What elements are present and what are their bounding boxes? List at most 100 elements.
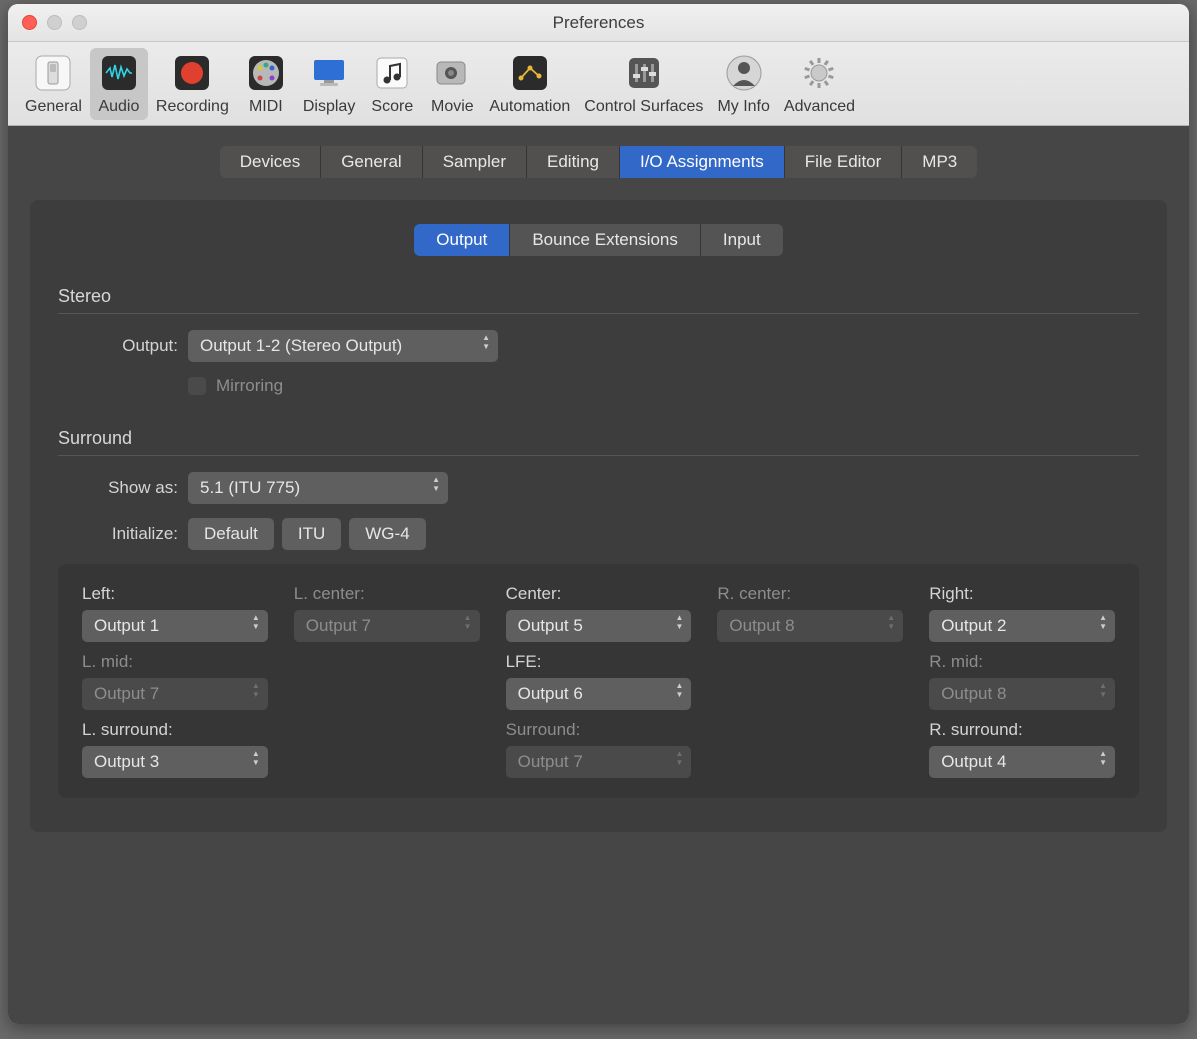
toolbar-label: Score (371, 98, 413, 116)
init-wg-4-button[interactable]: WG-4 (349, 518, 425, 550)
showas-value: 5.1 (ITU 775) (200, 478, 300, 498)
channel-l-mid-popup: Output 7▲▼ (82, 678, 268, 710)
channel-l-center-popup: Output 7▲▼ (294, 610, 480, 642)
my-info-icon (721, 50, 767, 96)
channel-lfe: LFE: Output 6▲▼ (506, 652, 692, 710)
score-icon (369, 50, 415, 96)
toolbar-midi[interactable]: MIDI (237, 48, 295, 120)
channel-l-surround-popup[interactable]: Output 3 ▲▼ (82, 746, 268, 778)
channel-value: Output 1 (94, 616, 159, 636)
toolbar-label: Advanced (784, 98, 855, 116)
channel-value: Output 2 (941, 616, 1006, 636)
channel-label: LFE: (506, 652, 692, 672)
channel-right: Right: Output 2 ▲▼ (929, 584, 1115, 642)
tab-general[interactable]: General (321, 146, 422, 178)
midi-icon (243, 50, 289, 96)
channel-right-popup[interactable]: Output 2 ▲▼ (929, 610, 1115, 642)
chevron-updown-icon: ▲▼ (252, 682, 260, 698)
channel-value: Output 3 (94, 752, 159, 772)
channel-value: Output 8 (941, 684, 1006, 704)
subtab-bounce-extensions[interactable]: Bounce Extensions (510, 224, 701, 256)
toolbar-general[interactable]: General (19, 48, 88, 120)
toolbar-movie[interactable]: Movie (423, 48, 481, 120)
init-default-button[interactable]: Default (188, 518, 274, 550)
toolbar-score[interactable]: Score (363, 48, 421, 120)
channel-label: R. center: (717, 584, 903, 604)
toolbar-label: Recording (156, 98, 229, 116)
audio-subtabs: DevicesGeneralSamplerEditingI/O Assignme… (220, 146, 978, 178)
channel-value: Output 8 (729, 616, 794, 636)
channel-value: Output 6 (518, 684, 583, 704)
channel-label: L. surround: (82, 720, 268, 740)
preferences-window: Preferences GeneralAudioRecordingMIDIDis… (8, 4, 1189, 1024)
io-subtabs: OutputBounce ExtensionsInput (414, 224, 782, 256)
toolbar-label: Automation (489, 98, 570, 116)
stereo-heading: Stereo (58, 286, 1139, 314)
toolbar-advanced[interactable]: Advanced (778, 48, 861, 120)
io-panel: OutputBounce ExtensionsInput Stereo Outp… (30, 200, 1167, 832)
channel-value: Output 5 (518, 616, 583, 636)
channel-lfe-popup[interactable]: Output 6▲▼ (506, 678, 692, 710)
channel-r-mid-popup: Output 8 ▲▼ (929, 678, 1115, 710)
checkbox-icon (188, 377, 206, 395)
chevron-updown-icon: ▲▼ (252, 750, 260, 766)
toolbar-display[interactable]: Display (297, 48, 361, 120)
channel-r-surround: R. surround:Output 4▲▼ (929, 720, 1115, 778)
subtab-input[interactable]: Input (701, 224, 783, 256)
surround-heading: Surround (58, 428, 1139, 456)
tab-editing[interactable]: Editing (527, 146, 620, 178)
toolbar-automation[interactable]: Automation (483, 48, 576, 120)
toolbar-label: My Info (717, 98, 769, 116)
main-area: DevicesGeneralSamplerEditingI/O Assignme… (8, 126, 1189, 1024)
channel-label: L. mid: (82, 652, 268, 672)
channel-center-popup[interactable]: Output 5▲▼ (506, 610, 692, 642)
toolbar-label: Display (303, 98, 355, 116)
channel-r-mid: R. mid:Output 8▲▼ (929, 652, 1115, 710)
toolbar-label: MIDI (249, 98, 283, 116)
channel-surround: Surround: Output 7▲▼ (506, 720, 692, 778)
chevron-updown-icon: ▲▼ (1099, 614, 1107, 630)
chevron-updown-icon: ▲▼ (1099, 682, 1107, 698)
mirroring-checkbox: Mirroring (188, 376, 283, 396)
toolbar-label: Movie (431, 98, 474, 116)
channel-r-center: R. center:Output 8▲▼ (717, 584, 903, 642)
chevron-updown-icon: ▲▼ (252, 614, 260, 630)
channel-label: Center: (506, 584, 692, 604)
stereo-output-value: Output 1-2 (Stereo Output) (200, 336, 402, 356)
init-itu-button[interactable]: ITU (282, 518, 341, 550)
channel-l-surround: L. surround: Output 3 ▲▼ (82, 720, 268, 778)
tab-file-editor[interactable]: File Editor (785, 146, 903, 178)
channel-label: Right: (929, 584, 1115, 604)
tab-devices[interactable]: Devices (220, 146, 321, 178)
toolbar-control-surfaces[interactable]: Control Surfaces (578, 48, 709, 120)
recording-icon (169, 50, 215, 96)
channel-value: Output 7 (306, 616, 371, 636)
advanced-icon (796, 50, 842, 96)
subtab-output[interactable]: Output (414, 224, 510, 256)
channel-label: L. center: (294, 584, 480, 604)
automation-icon (507, 50, 553, 96)
channel-l-center: L. center: Output 7▲▼ (294, 584, 480, 642)
channel-r-surround-popup[interactable]: Output 4 ▲▼ (929, 746, 1115, 778)
channel-value: Output 4 (941, 752, 1006, 772)
chevron-updown-icon: ▲▼ (432, 476, 440, 492)
toolbar-recording[interactable]: Recording (150, 48, 235, 120)
tab-sampler[interactable]: Sampler (423, 146, 527, 178)
showas-popup[interactable]: 5.1 (ITU 775) ▲▼ (188, 472, 448, 504)
general-icon (30, 50, 76, 96)
stereo-output-popup[interactable]: Output 1-2 (Stereo Output) ▲▼ (188, 330, 498, 362)
channel-label: Left: (82, 584, 268, 604)
channel-left-popup[interactable]: Output 1 ▲▼ (82, 610, 268, 642)
toolbar-my-info[interactable]: My Info (711, 48, 775, 120)
channel-surround-popup: Output 7▲▼ (506, 746, 692, 778)
titlebar: Preferences (8, 4, 1189, 42)
channel-label: Surround: (506, 720, 692, 740)
stereo-output-label: Output: (58, 336, 188, 356)
chevron-updown-icon: ▲▼ (482, 334, 490, 350)
tab-i-o-assignments[interactable]: I/O Assignments (620, 146, 785, 178)
toolbar-label: Control Surfaces (584, 98, 703, 116)
toolbar-audio[interactable]: Audio (90, 48, 148, 120)
tab-mp3[interactable]: MP3 (902, 146, 977, 178)
chevron-updown-icon: ▲▼ (1099, 750, 1107, 766)
channel-center: Center: Output 5▲▼ (506, 584, 692, 642)
